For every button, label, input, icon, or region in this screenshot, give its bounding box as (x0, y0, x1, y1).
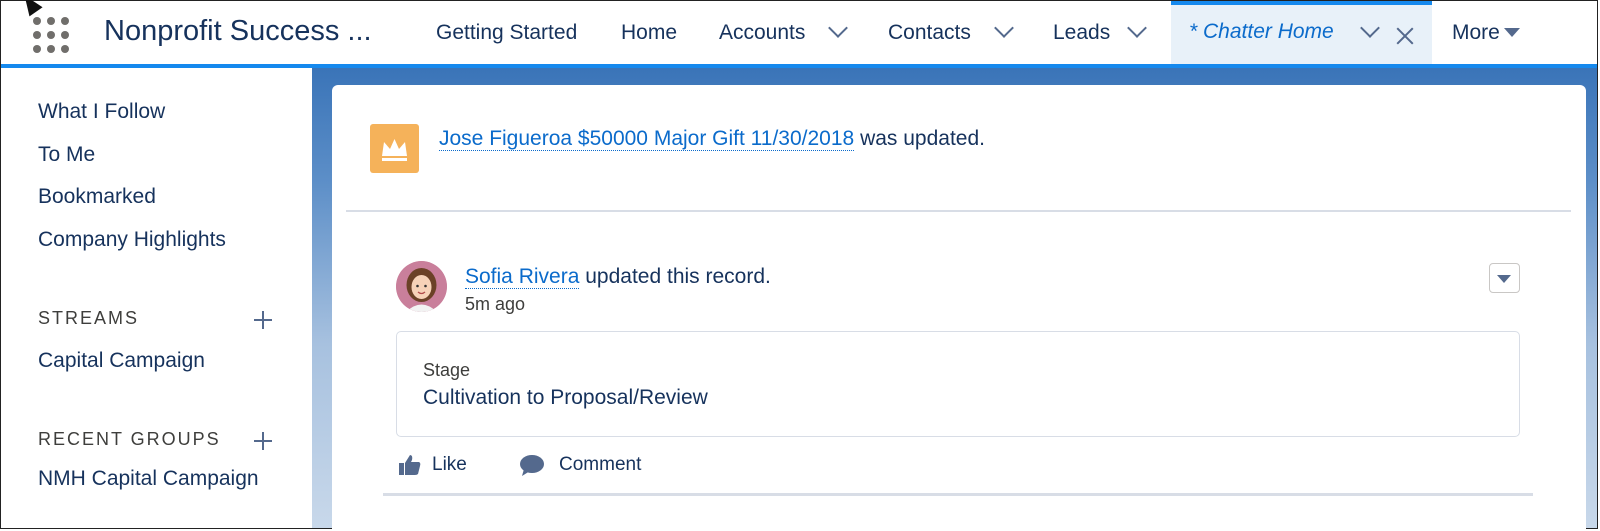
close-tab-icon[interactable] (1394, 25, 1416, 47)
comment-button[interactable]: Comment (519, 450, 641, 480)
like-label: Like (432, 454, 467, 475)
contacts-chevron-down-icon[interactable] (994, 18, 1014, 38)
record-update-line: Jose Figueroa $50000 Major Gift 11/30/20… (439, 127, 985, 151)
stream-capital-campaign[interactable]: Capital Campaign (38, 349, 205, 373)
thumbs-up-icon (399, 455, 421, 475)
field-label: Stage (423, 360, 471, 380)
tab-getting-started[interactable]: Getting Started (436, 1, 577, 64)
sidebar-item-bookmarked[interactable]: Bookmarked (38, 185, 156, 209)
recent-groups-heading: RECENT GROUPS (38, 429, 221, 449)
avatar[interactable] (396, 261, 447, 312)
tab-chatter-home[interactable]: * Chatter Home (1171, 1, 1432, 64)
chatter-sidebar: What I Follow To Me Bookmarked Company H… (1, 68, 312, 528)
sidebar-item-company-highlights[interactable]: Company Highlights (38, 228, 226, 252)
feed-divider (346, 210, 1571, 212)
tracked-change-box: Stage Cultivation to Proposal/Review (396, 331, 1520, 437)
active-tab-label: * Chatter Home (1189, 20, 1334, 43)
record-update-suffix: was updated. (860, 127, 985, 150)
add-stream-plus-icon[interactable] (254, 311, 272, 329)
post-timestamp[interactable]: 5m ago (465, 294, 525, 315)
comment-label: Comment (559, 454, 642, 475)
post-bottom-rule (383, 493, 1533, 496)
post-header: Sofia Rivera updated this record. (465, 265, 771, 289)
author-action-text: updated this record. (585, 265, 771, 288)
chatter-chevron-down-icon[interactable] (1360, 18, 1380, 38)
streams-heading: STREAMS (38, 308, 140, 328)
tab-contacts[interactable]: Contacts (888, 1, 971, 64)
tab-leads[interactable]: Leads (1053, 1, 1110, 64)
more-menu[interactable]: More (1452, 1, 1520, 64)
like-button[interactable]: Like (398, 450, 467, 480)
comment-icon (520, 455, 544, 476)
sidebar-item-to-me[interactable]: To Me (38, 143, 95, 167)
sidebar-item-what-i-follow[interactable]: What I Follow (38, 100, 165, 124)
add-group-plus-icon[interactable] (254, 432, 272, 450)
more-triangle-down-icon (1503, 28, 1520, 37)
group-nmh-capital-campaign[interactable]: NMH Capital Campaign (38, 467, 259, 491)
crown-icon (370, 124, 419, 173)
record-link[interactable]: Jose Figueroa $50000 Major Gift 11/30/20… (439, 127, 855, 151)
app-name: Nonprofit Success ... (104, 15, 372, 47)
global-nav-bar: Nonprofit Success ... Getting Started Ho… (1, 1, 1597, 68)
tab-home[interactable]: Home (621, 1, 677, 64)
menu-triangle-down-icon (1497, 275, 1511, 283)
app-launcher-icon[interactable] (31, 15, 71, 55)
author-link[interactable]: Sofia Rivera (465, 265, 580, 289)
accounts-chevron-down-icon[interactable] (828, 18, 848, 38)
field-value: Cultivation to Proposal/Review (423, 386, 708, 409)
more-label: More (1452, 20, 1500, 44)
leads-chevron-down-icon[interactable] (1127, 18, 1147, 38)
post-menu-button[interactable] (1489, 263, 1520, 293)
tab-accounts[interactable]: Accounts (719, 1, 805, 64)
